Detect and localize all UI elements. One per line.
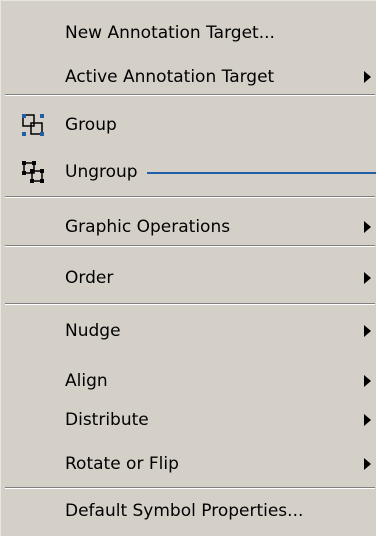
menu-item-nudge[interactable]: Nudge (1, 313, 376, 349)
menu-item-label: Ungroup (65, 162, 138, 182)
menu-item-graphic-operations[interactable]: Graphic Operations (1, 209, 376, 245)
ungroup-icon (21, 160, 45, 184)
menu-item-default-symbol-properties[interactable]: Default Symbol Properties... (1, 493, 376, 529)
menu-item-order[interactable]: Order (1, 260, 376, 296)
menu-separator (5, 487, 375, 489)
menu-separator (5, 94, 375, 96)
submenu-arrow-icon (364, 272, 371, 284)
callout-line (147, 172, 376, 174)
menu-item-label: Order (65, 268, 114, 288)
menu-item-label: Distribute (65, 410, 149, 430)
context-menu: New Annotation Target... Active Annotati… (0, 0, 376, 536)
submenu-arrow-icon (364, 325, 371, 337)
group-icon (21, 113, 45, 137)
menu-item-label: New Annotation Target... (65, 23, 275, 43)
menu-item-rotate-or-flip[interactable]: Rotate or Flip (1, 446, 376, 482)
submenu-arrow-icon (364, 71, 371, 83)
menu-item-group[interactable]: Group (1, 107, 376, 143)
menu-separator (5, 196, 375, 198)
menu-item-align[interactable]: Align (1, 363, 376, 399)
menu-item-active-annotation-target[interactable]: Active Annotation Target (1, 59, 376, 95)
menu-item-label: Align (65, 371, 108, 391)
menu-item-distribute[interactable]: Distribute (1, 402, 376, 438)
submenu-arrow-icon (364, 221, 371, 233)
menu-item-label: Active Annotation Target (65, 67, 275, 87)
menu-item-label: Nudge (65, 321, 121, 341)
menu-item-label: Default Symbol Properties... (65, 501, 304, 521)
submenu-arrow-icon (364, 375, 371, 387)
submenu-arrow-icon (364, 458, 371, 470)
menu-item-label: Graphic Operations (65, 217, 231, 237)
menu-item-label: Rotate or Flip (65, 454, 179, 474)
menu-separator (5, 303, 375, 305)
menu-item-label: Group (65, 115, 117, 135)
menu-separator (5, 245, 375, 247)
submenu-arrow-icon (364, 414, 371, 426)
menu-item-new-annotation-target[interactable]: New Annotation Target... (1, 15, 376, 51)
